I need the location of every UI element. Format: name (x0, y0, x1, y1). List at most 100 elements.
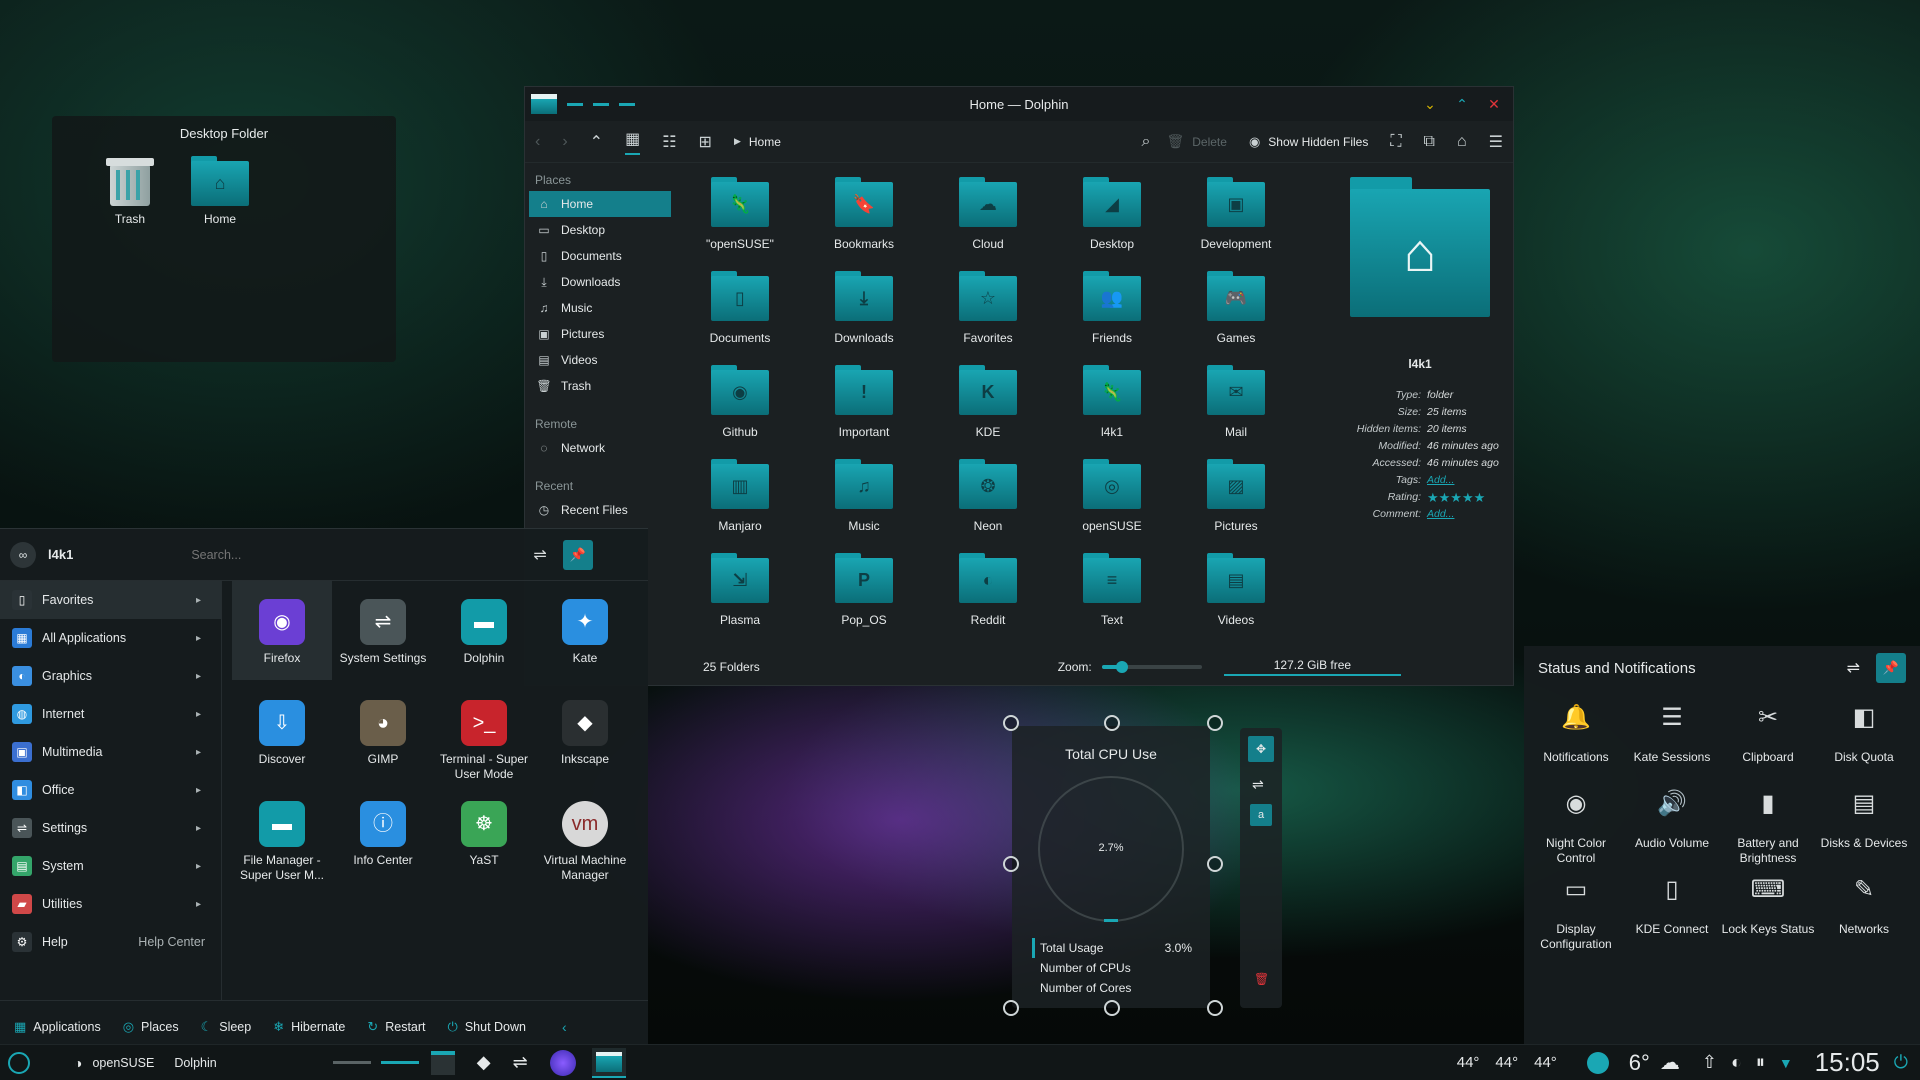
places-item-pictures[interactable]: ▣ Pictures (525, 321, 675, 347)
status-item-kde-connect[interactable]: ▯ KDE Connect (1624, 878, 1720, 937)
avatar[interactable]: ∞ (10, 541, 36, 568)
status-item-battery-and-brightness[interactable]: ▮ Battery and Brightness (1720, 792, 1816, 866)
search-input[interactable] (191, 539, 512, 570)
inkscape-task-icon[interactable]: ◆ (477, 1052, 491, 1073)
folder-item[interactable]: ▤ Videos (1181, 553, 1291, 627)
tab-places[interactable]: ◎ Places (123, 1019, 179, 1035)
folder-item[interactable]: ! Important (809, 365, 919, 439)
folder-item[interactable]: ◐ Reddit (933, 553, 1043, 627)
places-item-trash[interactable]: 🗑 Trash (525, 373, 675, 399)
search-icon[interactable]: ⌕ (1142, 133, 1151, 151)
status-item-networks[interactable]: ✎ Networks (1816, 878, 1912, 937)
virtual-desktop-2[interactable] (380, 1061, 419, 1064)
folder-item[interactable]: ☁ Cloud (933, 177, 1043, 251)
info-value[interactable]: Add... (1427, 506, 1454, 523)
virtual-desktop-1[interactable] (332, 1061, 371, 1064)
resize-handle[interactable] (1207, 715, 1223, 731)
folder-item[interactable]: ⤓ Downloads (809, 271, 919, 345)
category-graphics[interactable]: ◐ Graphics ▸ (0, 657, 221, 695)
breadcrumb[interactable]: Home (749, 135, 781, 149)
folder-item[interactable]: ▣ Development (1181, 177, 1291, 251)
folder-item[interactable]: ▯ Documents (685, 271, 795, 345)
remove-widget-icon[interactable]: 🗑 (1254, 972, 1269, 986)
folder-item[interactable]: ♫ Music (809, 459, 919, 533)
app-virtual-machine-manager[interactable]: vm Virtual Machine Manager (535, 783, 635, 883)
folder-item[interactable]: ✉ Mail (1181, 365, 1291, 439)
places-item-recent-files[interactable]: ◷ Recent Files (525, 497, 675, 523)
restart-button[interactable]: ↻ Restart (367, 1019, 425, 1035)
folder-item[interactable]: ◉ Github (685, 365, 795, 439)
resize-handle[interactable] (1003, 1000, 1019, 1016)
category-office[interactable]: ◧ Office ▸ (0, 771, 221, 809)
app-system-settings[interactable]: ⇌ System Settings (333, 581, 433, 666)
sleep-button[interactable]: ☾ Sleep (201, 1019, 252, 1035)
category-favorites[interactable]: ▯ Favorites ▸ (0, 581, 221, 619)
expand-tray-icon[interactable]: ▼ (1779, 1055, 1793, 1071)
status-item-clipboard[interactable]: ✂ Clipboard (1720, 706, 1816, 765)
folder-item[interactable]: ▥ Manjaro (685, 459, 795, 533)
folder-item[interactable]: 👥 Friends (1057, 271, 1167, 345)
folder-item[interactable]: 🎮 Games (1181, 271, 1291, 345)
back-icon[interactable]: ‹ (535, 133, 540, 151)
app-inkscape[interactable]: ◆ Inkscape (535, 682, 635, 767)
category-internet[interactable]: ◍ Internet ▸ (0, 695, 221, 733)
app-terminal-super-user-mode[interactable]: >_ Terminal - Super User Mode (434, 682, 534, 782)
temperature-sensor-1[interactable]: 44° (1457, 1054, 1480, 1071)
places-item-music[interactable]: ♫ Music (525, 295, 675, 321)
folder-item[interactable]: ❂ Neon (933, 459, 1043, 533)
task-manager-icon[interactable] (430, 1050, 455, 1075)
app-info-center[interactable]: ⓘ Info Center (333, 783, 433, 868)
maximize-button[interactable]: ⌃ (1453, 95, 1471, 113)
app-menu-icon[interactable] (8, 1051, 30, 1074)
up-icon[interactable]: ⌃ (590, 132, 603, 152)
places-item-downloads[interactable]: ⤓ Downloads (525, 269, 675, 295)
app-dolphin[interactable]: ▬ Dolphin (434, 581, 534, 666)
desktop-item-home[interactable]: ⌂ Home (180, 156, 260, 226)
compact-view-icon[interactable]: ☷ (662, 132, 676, 152)
preview-icon[interactable]: ⧉ (1424, 133, 1435, 151)
delete-button[interactable]: Delete (1192, 135, 1227, 149)
resize-handle[interactable] (1003, 856, 1019, 872)
status-item-notifications[interactable]: 🔔 Notifications (1528, 706, 1624, 765)
status-item-lock-keys-status[interactable]: ⌨ Lock Keys Status (1720, 878, 1816, 937)
update-icon[interactable]: ⇧ (1702, 1052, 1717, 1073)
app-file-manager-super-user-m[interactable]: ▬ File Manager - Super User M... (232, 783, 332, 883)
forward-icon[interactable]: › (562, 133, 567, 151)
clock[interactable]: 15:05 (1815, 1047, 1880, 1078)
move-widget-icon[interactable]: ✥ (1248, 736, 1274, 762)
pin-button[interactable]: 📌 (1876, 653, 1906, 683)
folder-item[interactable]: 🔖 Bookmarks (809, 177, 919, 251)
resize-handle[interactable] (1104, 715, 1120, 731)
temperature-sensor-3[interactable]: 44° (1534, 1054, 1557, 1071)
dolphin-titlebar[interactable]: Home — Dolphin ⌄ ⌃ ✕ (525, 87, 1513, 121)
configure-widget-icon[interactable]: ⇌ (1252, 776, 1264, 793)
shutdown-button[interactable]: ⏻ Shut Down (448, 1019, 526, 1035)
configure-icon[interactable]: ⇌ (1847, 658, 1860, 678)
settings-task-icon[interactable]: ⇌ (513, 1052, 528, 1073)
places-item-desktop[interactable]: ▭ Desktop (525, 217, 675, 243)
category-utilities[interactable]: ▰ Utilities ▸ (0, 885, 221, 923)
zoom-slider[interactable] (1101, 661, 1202, 673)
places-item-network[interactable]: ◌ Network (525, 435, 675, 461)
details-view-icon[interactable]: ⊞ (699, 132, 712, 152)
status-item-night-color-control[interactable]: ◉ Night Color Control (1528, 792, 1624, 866)
media-pause-icon[interactable]: ⏸ (1756, 1052, 1765, 1073)
status-item-disks-devices[interactable]: ▤ Disks & Devices (1816, 792, 1912, 851)
status-item-disk-quota[interactable]: ◧ Disk Quota (1816, 706, 1912, 765)
app-kate[interactable]: ✦ Kate (535, 581, 635, 666)
select-icon[interactable]: ⛶ (1390, 133, 1401, 151)
status-item-audio-volume[interactable]: 🔊 Audio Volume (1624, 792, 1720, 851)
disk-icon[interactable]: ◐ (1731, 1052, 1742, 1073)
resize-handle[interactable] (1003, 715, 1019, 731)
tab-applications[interactable]: ▦ Applications (14, 1019, 101, 1035)
rating-stars[interactable]: ★★★★★ (1427, 489, 1485, 506)
temperature-sensor-2[interactable]: 44° (1495, 1054, 1518, 1071)
status-item-kate-sessions[interactable]: ☰ Kate Sessions (1624, 706, 1720, 765)
opensuse-tray-icon[interactable] (1586, 1051, 1609, 1074)
cloud-icon[interactable]: ☁ (1660, 1050, 1680, 1075)
folder-item[interactable]: K KDE (933, 365, 1043, 439)
folder-item[interactable]: P Pop_OS (809, 553, 919, 627)
desktop-item-trash[interactable]: Trash (90, 156, 170, 226)
taskbar-active-window[interactable]: Dolphin (174, 1056, 216, 1070)
zoom-slider-handle[interactable] (1115, 661, 1128, 673)
